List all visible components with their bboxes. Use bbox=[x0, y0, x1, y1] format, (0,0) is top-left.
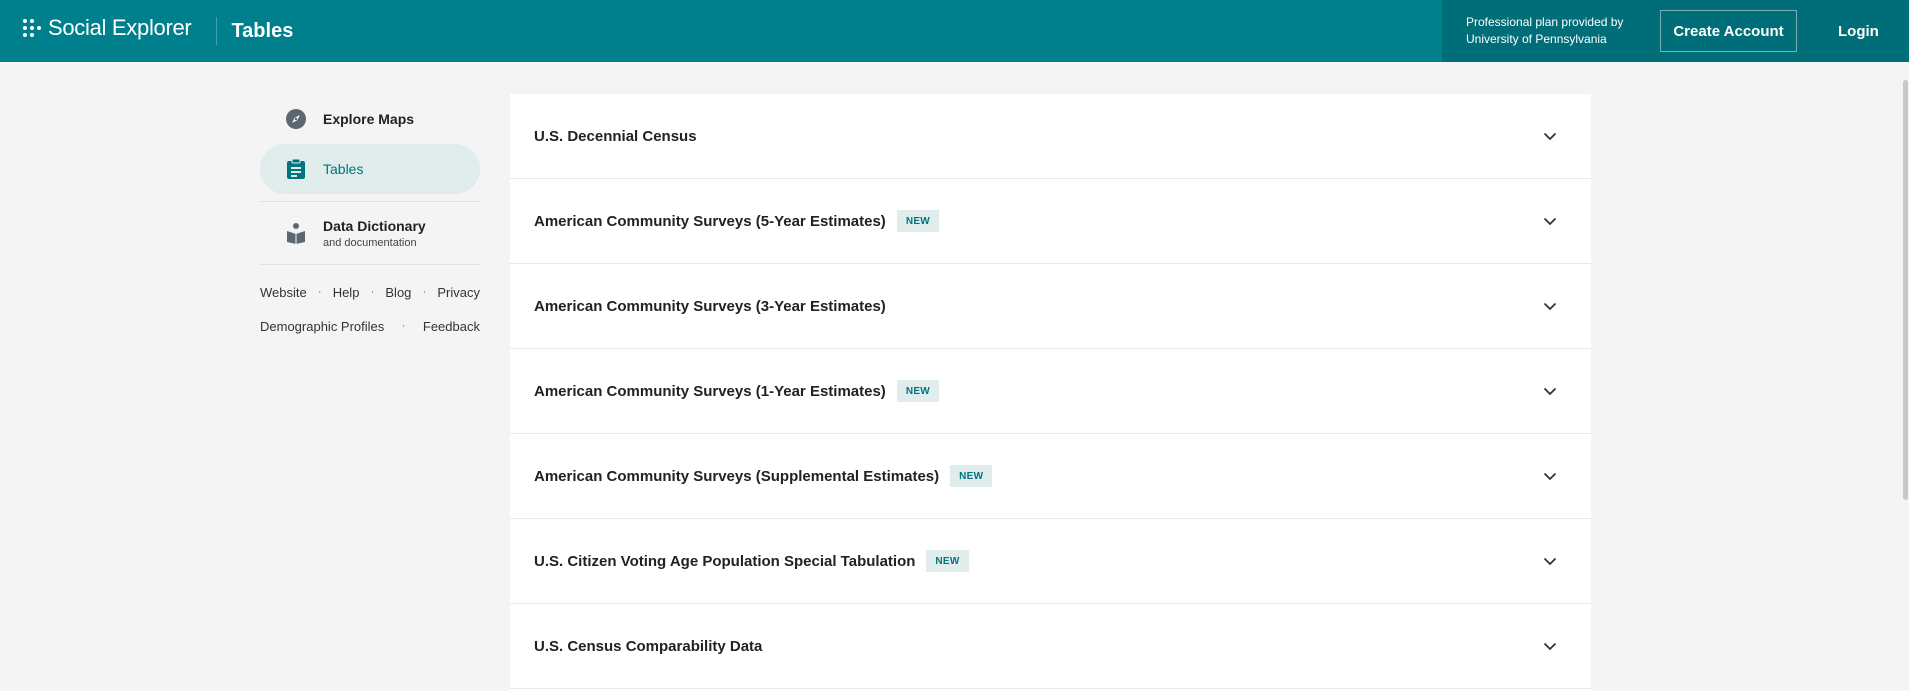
chevron-down-icon[interactable] bbox=[1543, 384, 1557, 398]
clipboard-icon bbox=[285, 158, 307, 180]
sidebar-item-tables[interactable]: Tables bbox=[260, 144, 480, 194]
plan-line-2: University of Pennsylvania bbox=[1466, 32, 1607, 46]
dataset-row-acs-1-year[interactable]: American Community Surveys (1-Year Estim… bbox=[510, 349, 1591, 434]
data-dictionary-title: Data Dictionary bbox=[323, 217, 426, 234]
feedback-link[interactable]: Feedback bbox=[423, 319, 480, 334]
chevron-down-icon[interactable] bbox=[1543, 214, 1557, 228]
dataset-row-comparability-data[interactable]: U.S. Census Comparability Data bbox=[510, 604, 1591, 689]
dataset-row-acs-5-year[interactable]: American Community Surveys (5-Year Estim… bbox=[510, 179, 1591, 264]
new-badge: NEW bbox=[896, 380, 940, 402]
link-separator: · bbox=[370, 286, 375, 298]
link-separator: · bbox=[317, 286, 322, 298]
login-button[interactable]: Login bbox=[1838, 23, 1879, 40]
dataset-row-acs-3-year[interactable]: American Community Surveys (3-Year Estim… bbox=[510, 264, 1591, 349]
dataset-title: U.S. Citizen Voting Age Population Speci… bbox=[534, 552, 916, 570]
chevron-down-icon[interactable] bbox=[1543, 129, 1557, 143]
dataset-title: American Community Surveys (3-Year Estim… bbox=[534, 297, 886, 315]
link-separator: · bbox=[401, 320, 406, 332]
dataset-title: American Community Surveys (Supplemental… bbox=[534, 467, 940, 485]
book-reader-icon bbox=[285, 222, 307, 244]
dataset-row-citizen-voting-age[interactable]: U.S. Citizen Voting Age Population Speci… bbox=[510, 519, 1591, 604]
chevron-down-icon[interactable] bbox=[1543, 554, 1557, 568]
link-separator: · bbox=[422, 286, 427, 298]
footer-links-row: Website · Help · Blog · Privacy bbox=[260, 275, 480, 309]
help-link[interactable]: Help bbox=[333, 285, 360, 300]
logo-dots-icon bbox=[23, 19, 41, 37]
footer-links: Website · Help · Blog · Privacy Demograp… bbox=[260, 275, 480, 343]
plan-info: Professional plan provided by University… bbox=[1466, 14, 1646, 48]
sidebar: Explore Maps Tables Data Dictionary and … bbox=[260, 94, 480, 343]
account-area: Professional plan provided by University… bbox=[1442, 0, 1909, 62]
page-scrollbar[interactable] bbox=[1900, 62, 1909, 691]
dataset-row-decennial-census[interactable]: U.S. Decennial Census bbox=[510, 94, 1591, 179]
sidebar-divider bbox=[260, 264, 480, 265]
sidebar-item-label: Tables bbox=[323, 161, 364, 177]
dataset-title: American Community Surveys (1-Year Estim… bbox=[534, 382, 886, 400]
plan-line-1: Professional plan provided by bbox=[1466, 15, 1624, 29]
sidebar-item-data-dictionary[interactable]: Data Dictionary and documentation bbox=[260, 202, 480, 264]
create-account-button[interactable]: Create Account bbox=[1660, 10, 1797, 52]
footer-links-row: Demographic Profiles · Feedback bbox=[260, 309, 480, 343]
new-badge: NEW bbox=[896, 210, 940, 232]
demographic-profiles-link[interactable]: Demographic Profiles bbox=[260, 319, 384, 334]
chevron-down-icon[interactable] bbox=[1543, 639, 1557, 653]
chevron-down-icon[interactable] bbox=[1543, 469, 1557, 483]
website-link[interactable]: Website bbox=[260, 285, 307, 300]
social-explorer-logo[interactable]: Social Explorer bbox=[23, 0, 192, 62]
new-badge: NEW bbox=[950, 465, 993, 487]
blog-link[interactable]: Blog bbox=[385, 285, 411, 300]
data-dictionary-subtitle: and documentation bbox=[323, 236, 417, 249]
new-badge: NEW bbox=[926, 550, 969, 572]
logo-text: Social Explorer bbox=[48, 15, 192, 40]
datasets-panel: U.S. Decennial Census American Community… bbox=[510, 94, 1591, 691]
chevron-down-icon[interactable] bbox=[1543, 299, 1557, 313]
dataset-title: American Community Surveys (5-Year Estim… bbox=[534, 212, 886, 230]
header-divider bbox=[216, 17, 218, 45]
dataset-row-acs-supplemental[interactable]: American Community Surveys (Supplemental… bbox=[510, 434, 1591, 519]
compass-icon bbox=[285, 108, 307, 130]
privacy-link[interactable]: Privacy bbox=[437, 285, 480, 300]
scrollbar-thumb[interactable] bbox=[1903, 80, 1908, 500]
dataset-title: U.S. Decennial Census bbox=[534, 127, 697, 145]
page-title: Tables bbox=[231, 19, 294, 42]
top-bar: Social Explorer Tables Professional plan… bbox=[0, 0, 1909, 62]
sidebar-item-label: Explore Maps bbox=[323, 111, 415, 127]
dataset-title: U.S. Census Comparability Data bbox=[534, 637, 763, 655]
sidebar-item-explore-maps[interactable]: Explore Maps bbox=[260, 94, 480, 144]
